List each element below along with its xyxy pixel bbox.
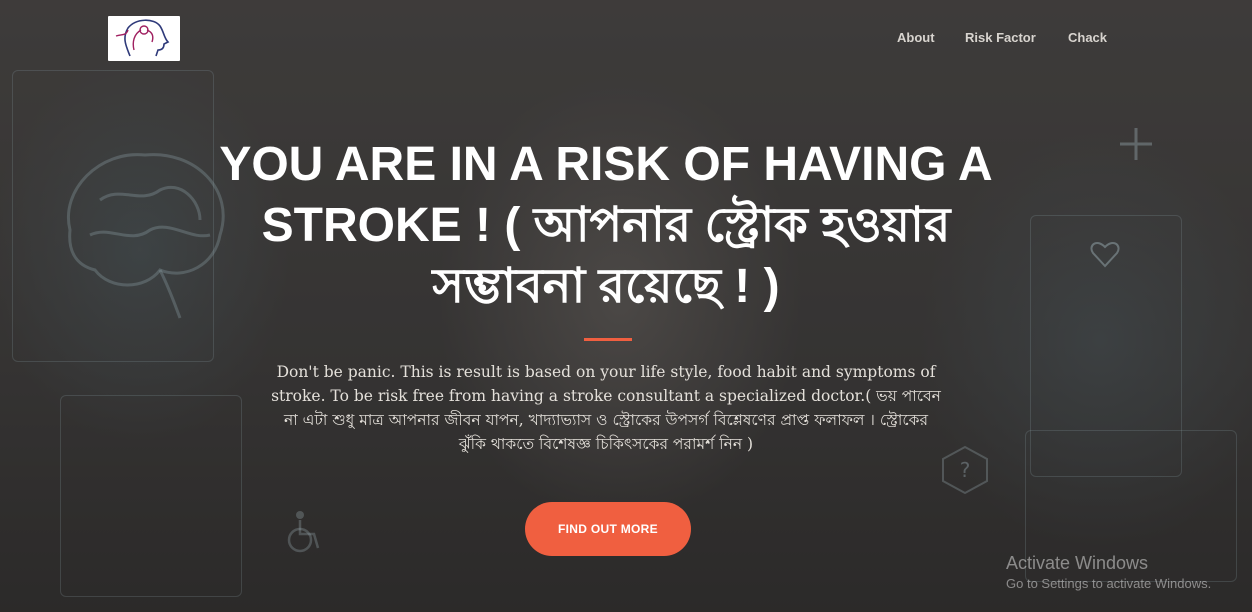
logo[interactable] [108,16,180,61]
nav-link-chack[interactable]: Chack [1068,30,1107,45]
top-navbar: About Risk Factor Chack [0,0,1252,80]
hero-headline: YOU ARE IN A RISK OF HAVING A STROKE ! (… [219,138,993,313]
nav-link-risk-factor[interactable]: Risk Factor [965,30,1036,45]
find-out-more-button[interactable]: FIND OUT MORE [525,502,691,556]
watermark-title: Activate Windows [1006,553,1149,573]
head-brain-icon [115,19,170,57]
nav-link-about[interactable]: About [897,30,935,45]
hero-subtext: Don't be panic. This is result is based … [271,363,941,453]
windows-activation-watermark: Activate Windows Go to Settings to activ… [1006,552,1211,594]
accent-divider [584,338,632,341]
watermark-subtitle: Go to Settings to activate Windows. [1006,576,1212,591]
